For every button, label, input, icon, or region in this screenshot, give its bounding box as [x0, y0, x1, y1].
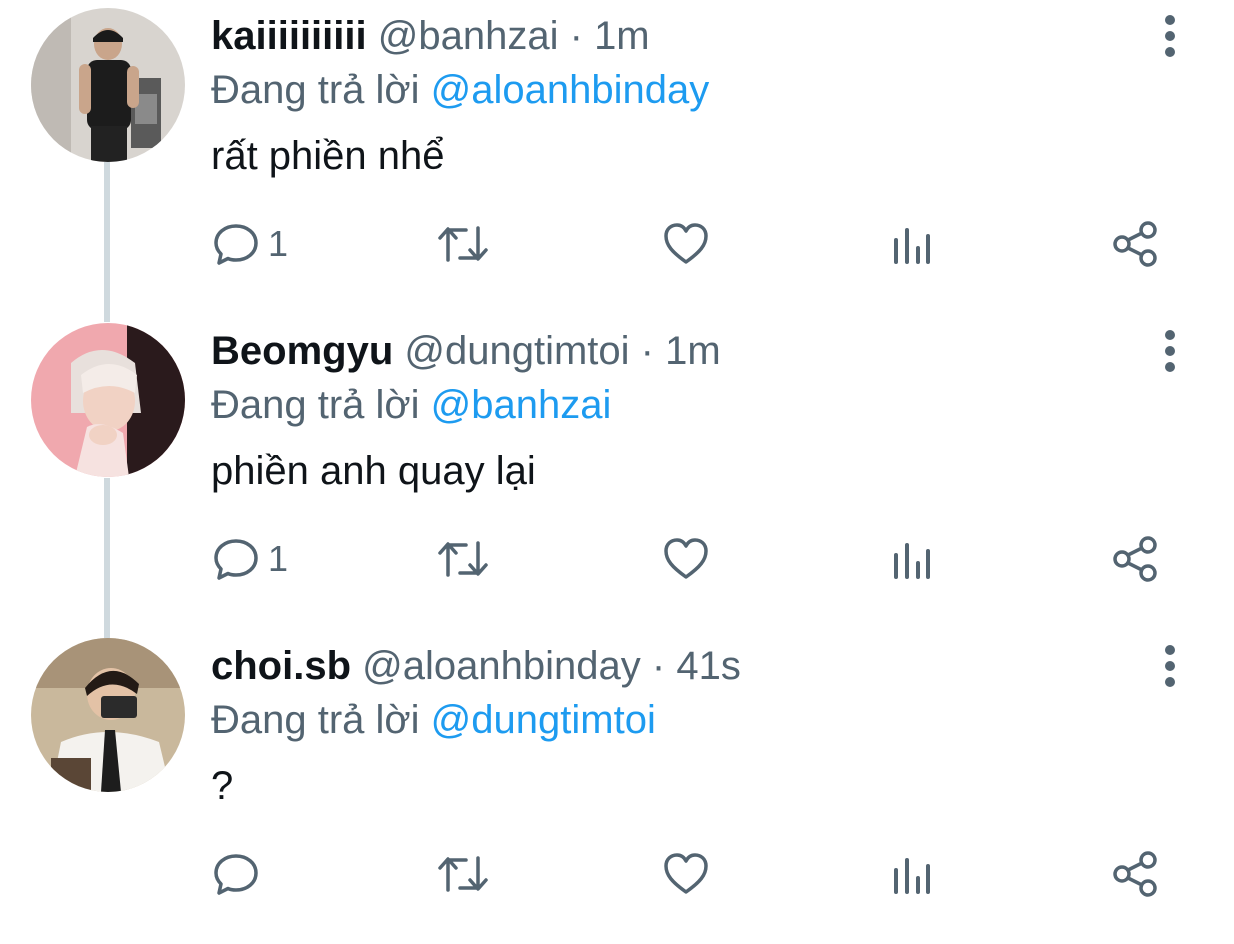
tweet-header: choi.sb @aloanhbinday · 41s	[211, 638, 741, 694]
reply-button[interactable]: 1	[212, 529, 288, 589]
tweet-header: kaiiiiiiiiii @banhzai · 1m	[211, 8, 650, 64]
user-handle[interactable]: @banhzai	[378, 14, 559, 58]
heart-icon	[664, 853, 708, 894]
replying-to: Đang trả lời @aloanhbinday	[211, 64, 709, 116]
timestamp[interactable]: 1m	[665, 329, 721, 373]
separator-dot: ·	[651, 644, 666, 688]
heart-icon	[664, 538, 708, 579]
user-handle[interactable]: @dungtimtoi	[404, 329, 629, 373]
views-button[interactable]	[890, 529, 934, 589]
retweet-button[interactable]	[436, 844, 490, 904]
replying-to-handle[interactable]: @banhzai	[431, 383, 612, 427]
heart-icon	[664, 223, 708, 264]
avatar[interactable]	[31, 8, 185, 162]
tweet-text: ?	[211, 764, 234, 808]
reply-button[interactable]: 1	[212, 214, 288, 274]
share-button[interactable]	[1112, 844, 1160, 904]
separator-dot: ·	[640, 329, 654, 373]
share-icon	[1113, 536, 1157, 582]
reply-count: 1	[268, 223, 289, 264]
tweet-text: rất phiền nhể	[211, 134, 445, 178]
reply-button[interactable]	[212, 844, 268, 904]
retweet-button[interactable]	[436, 529, 490, 589]
tweet-actions	[0, 844, 1234, 904]
tweet-text: phiền anh quay lại	[211, 449, 536, 493]
share-icon	[1113, 851, 1157, 897]
avatar[interactable]	[31, 638, 185, 792]
views-button[interactable]	[890, 214, 934, 274]
tweet-actions: 1	[0, 529, 1234, 589]
reply-count: 1	[268, 538, 289, 579]
views-button[interactable]	[890, 844, 934, 904]
share-button[interactable]	[1112, 529, 1160, 589]
timestamp[interactable]: 1m	[594, 14, 650, 58]
share-button[interactable]	[1112, 214, 1160, 274]
reply-bubble-icon	[214, 854, 258, 895]
tweet-header: Beomgyu @dungtimtoi · 1m	[211, 323, 721, 379]
views-bar-chart-icon	[894, 228, 930, 264]
display-name[interactable]: Beomgyu	[211, 329, 393, 373]
replying-to-label: Đang trả lời	[211, 383, 420, 427]
separator-dot: ·	[569, 14, 583, 58]
retweet-icon	[438, 856, 488, 892]
more-vertical-icon[interactable]	[1150, 327, 1190, 375]
replying-to-label: Đang trả lời	[211, 698, 420, 742]
tweet[interactable]: choi.sb @aloanhbinday · 41s Đang trả lời…	[0, 630, 1234, 944]
replying-to-label: Đang trả lời	[211, 68, 420, 112]
replying-to: Đang trả lời @banhzai	[211, 379, 611, 431]
replying-to-handle[interactable]: @aloanhbinday	[431, 68, 710, 112]
timestamp[interactable]: 41s	[676, 644, 741, 688]
replying-to-handle[interactable]: @dungtimtoi	[431, 698, 656, 742]
tweet[interactable]: kaiiiiiiiiii @banhzai · 1m Đang trả lời …	[0, 0, 1234, 314]
reply-bubble-icon	[214, 224, 258, 265]
user-handle[interactable]: @aloanhbinday	[362, 644, 641, 688]
more-vertical-icon[interactable]	[1150, 642, 1190, 690]
views-bar-chart-icon	[894, 543, 930, 579]
display-name[interactable]: kaiiiiiiiiii	[211, 14, 367, 58]
tweet-actions: 1	[0, 214, 1234, 274]
retweet-icon	[438, 226, 488, 262]
views-bar-chart-icon	[894, 858, 930, 894]
avatar[interactable]	[31, 323, 185, 477]
display-name[interactable]: choi.sb	[211, 644, 351, 688]
share-icon	[1113, 221, 1157, 267]
retweet-button[interactable]	[436, 214, 490, 274]
retweet-icon	[438, 541, 488, 577]
reply-bubble-icon	[214, 539, 258, 580]
like-button[interactable]	[662, 529, 710, 589]
like-button[interactable]	[662, 214, 710, 274]
like-button[interactable]	[662, 844, 710, 904]
more-vertical-icon[interactable]	[1150, 12, 1190, 60]
tweet[interactable]: Beomgyu @dungtimtoi · 1m Đang trả lời @b…	[0, 315, 1234, 629]
replying-to: Đang trả lời @dungtimtoi	[211, 694, 656, 746]
